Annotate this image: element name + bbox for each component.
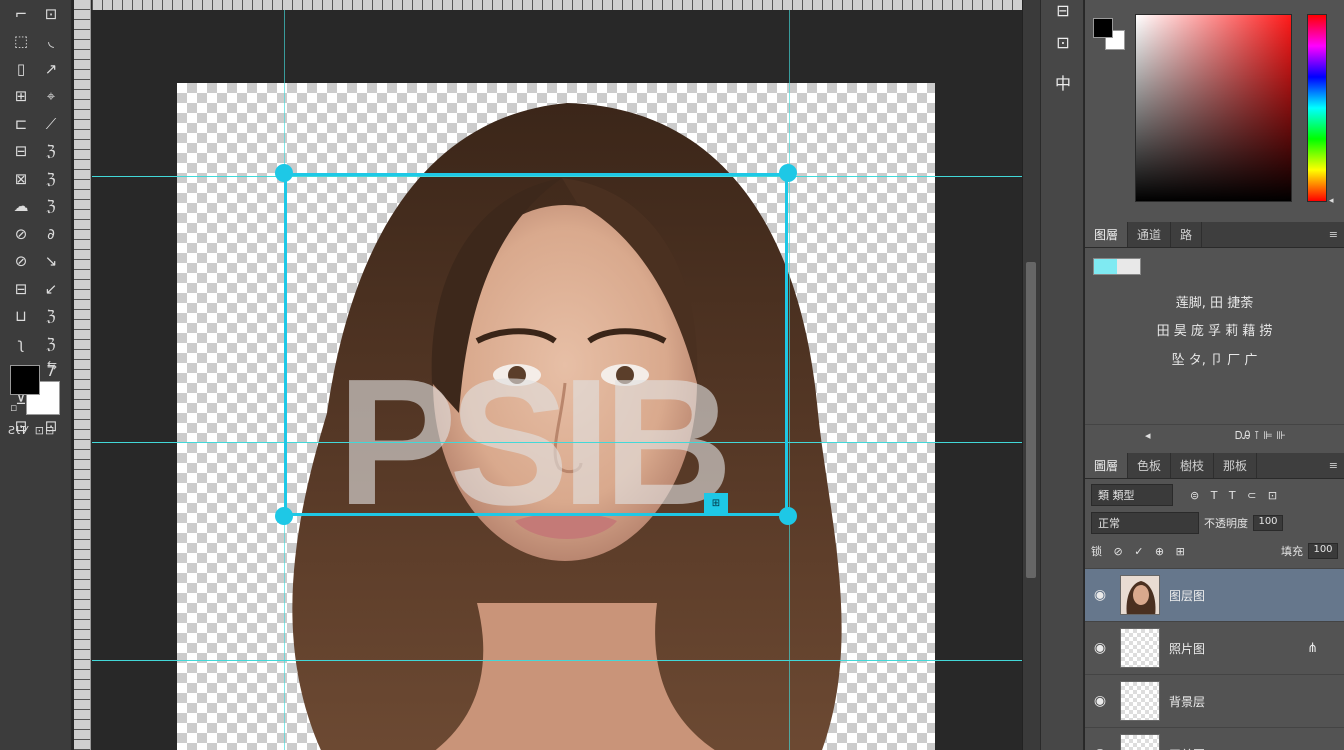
marquee-tool-icon[interactable]: ⬚ — [6, 28, 36, 56]
transform-handle-bottom-right[interactable] — [779, 507, 797, 525]
portrait-thumbnail-icon — [1121, 576, 1159, 614]
adjustment-text-line: 田 昊 庞 孚 莉 藉 捞 — [1156, 324, 1273, 339]
fill-label: 填充 — [1281, 545, 1303, 558]
transform-handle-top-left[interactable] — [275, 164, 293, 182]
default-colors-icon[interactable]: ▫ — [10, 401, 17, 414]
lasso-tool-icon[interactable]: ◟ — [36, 28, 66, 56]
color-foreground-swatch[interactable] — [1093, 18, 1113, 38]
layer-thumbnail[interactable] — [1120, 575, 1160, 615]
transform-handle-top-right[interactable] — [779, 164, 797, 182]
quick-mask-toggle[interactable]: ƧƖᏤ ⊡⊡ — [8, 424, 55, 438]
right-panel-dock: ◂ 图層 通道 路 ≡ 莲脚, 田 捷荼 田 昊 庞 孚 莉 藉 捞 坠 タ, … — [1085, 0, 1344, 750]
footer-arrow-icon[interactable]: ◂ — [1145, 429, 1151, 442]
object-select-tool-icon[interactable]: ▯ — [6, 55, 36, 83]
history-panel-button[interactable]: ⊟ — [1047, 0, 1079, 24]
tab-layers[interactable]: 圖層 — [1085, 453, 1129, 478]
layer-filter-row: 類 類型 ⊜ T T ⊂ ⊡ — [1091, 483, 1338, 507]
tab-adjustments-2[interactable]: 通道 — [1128, 222, 1172, 247]
ruler-tool-icon[interactable]: ⟋ — [36, 110, 66, 138]
character-panel-button[interactable]: 中 — [1047, 68, 1079, 96]
healing-tool-icon[interactable]: ⊟ — [6, 138, 36, 166]
extra-tool-1-icon[interactable]: ʅ — [6, 330, 36, 358]
scrollbar-thumb[interactable] — [1026, 262, 1036, 578]
frame-tool-icon[interactable]: ⌖ — [36, 83, 66, 111]
swap-colors-icon[interactable]: ⇆ — [47, 358, 57, 372]
adjustment-footer: ◂ ᎠᎯ ⊺ ⊫ ⊪ — [1085, 424, 1344, 446]
lock-icons[interactable]: 锁 ⊘ ✓ ⊕ ⊞ — [1091, 543, 1189, 559]
tab-swatches[interactable]: 色板 — [1128, 453, 1172, 478]
layer-thumbnail[interactable] — [1120, 734, 1160, 750]
canvas-area[interactable]: PSIB ⊞ — [92, 10, 1022, 750]
artboard-tool-icon[interactable]: ⊡ — [36, 0, 66, 28]
tab-adjustments-1[interactable]: 图層 — [1085, 222, 1129, 247]
shape-tool-icon[interactable]: ↙ — [36, 275, 66, 303]
blend-mode-row: 正常 不透明度 100 — [1091, 511, 1338, 535]
layer-row[interactable]: ◉ 背景层 — [1085, 674, 1344, 727]
hue-slider-arrow-icon[interactable]: ◂ — [1329, 196, 1334, 206]
pen-tool-icon[interactable]: ⊘ — [6, 248, 36, 276]
transform-handle-bottom-left[interactable] — [275, 507, 293, 525]
eraser-tool-icon[interactable]: ☁ — [6, 193, 36, 221]
foreground-color-swatch[interactable] — [10, 365, 40, 395]
collapsed-panel-strip: ⊟ ⊡ 中 — [1040, 0, 1084, 750]
adjustment-preview-swatch[interactable] — [1093, 258, 1141, 275]
lock-row: 锁 ⊘ ✓ ⊕ ⊞ 填充 100 — [1091, 539, 1338, 563]
hand-tool-icon[interactable]: ⊔ — [6, 303, 36, 331]
vertical-ruler[interactable] — [74, 0, 91, 750]
eye-icon[interactable]: ◉ — [1085, 693, 1115, 709]
type-tool-icon[interactable]: ↘ — [36, 248, 66, 276]
properties-panel-button[interactable]: ⊡ — [1047, 28, 1079, 56]
eye-icon[interactable]: ◉ — [1085, 587, 1115, 603]
blend-mode-dropdown[interactable]: 正常 — [1091, 512, 1199, 534]
stamp-tool-icon[interactable]: ⊠ — [6, 165, 36, 193]
eyedropper-tool-icon[interactable]: ⊏ — [6, 110, 36, 138]
layer-name[interactable]: 天美图 — [1169, 746, 1205, 750]
path-select-tool-icon[interactable]: ⊟ — [6, 275, 36, 303]
quick-select-tool-icon[interactable]: ↗ — [36, 55, 66, 83]
gradient-tool-icon[interactable]: ℨ — [36, 193, 66, 221]
dodge-tool-icon[interactable]: ∂ — [36, 220, 66, 248]
horizontal-ruler[interactable] — [92, 0, 1022, 10]
layer-filter-dropdown[interactable]: 類 類型 — [1091, 484, 1173, 506]
blur-tool-icon[interactable]: ⊘ — [6, 220, 36, 248]
adjustment-text-line: 坠 タ, 卩 厂 广 — [1171, 353, 1258, 368]
move-tool-icon[interactable]: ⌐ — [6, 0, 36, 28]
layer-name[interactable]: 背景层 — [1169, 693, 1205, 710]
zoom-tool-icon[interactable]: ℨ — [36, 303, 66, 331]
eye-icon[interactable]: ◉ — [1085, 640, 1115, 656]
layer-row[interactable]: ◉ 图层图 — [1085, 568, 1344, 621]
opacity-label: 不透明度 — [1204, 517, 1248, 530]
layer-style-icon[interactable]: ⋔ — [1307, 641, 1318, 656]
layer-name[interactable]: 照片图 — [1169, 640, 1205, 657]
layers-menu-icon[interactable]: ≡ — [1329, 453, 1344, 478]
extra-tool-2-icon[interactable]: ℨ — [36, 330, 66, 358]
adjustments-tab-bar: 图層 通道 路 ≡ — [1085, 222, 1344, 248]
layer-filter-icons[interactable]: ⊜ T T ⊂ ⊡ — [1190, 489, 1281, 502]
adjustment-text-line: 莲脚, 田 捷荼 — [1175, 296, 1254, 311]
crop-tool-icon[interactable]: ⊞ — [6, 83, 36, 111]
vertical-guide[interactable] — [789, 10, 790, 750]
tab-adjustments-3[interactable]: 路 — [1171, 222, 1203, 247]
fill-input[interactable]: 100 — [1308, 543, 1338, 559]
selection-badge[interactable]: ⊞ — [704, 493, 728, 513]
tab-other[interactable]: 那板 — [1214, 453, 1258, 478]
color-picker-field[interactable] — [1135, 14, 1292, 202]
layers-tab-bar: 圖層 色板 樹枝 那板 ≡ — [1085, 453, 1344, 479]
tab-paths[interactable]: 樹枝 — [1171, 453, 1215, 478]
layer-row[interactable]: ◉ 照片图 ⋔ — [1085, 621, 1344, 674]
eye-icon[interactable]: ◉ — [1085, 746, 1115, 750]
layer-thumbnail[interactable] — [1120, 628, 1160, 668]
brush-tool-icon[interactable]: ℨ — [36, 138, 66, 166]
footer-actions[interactable]: ᎠᎯ ⊺ ⊫ ⊪ — [1235, 429, 1286, 443]
layer-row[interactable]: ◉ 天美图 — [1085, 727, 1344, 750]
hue-slider[interactable] — [1307, 14, 1327, 202]
horizontal-guide[interactable] — [92, 660, 1022, 661]
opacity-input[interactable]: 100 — [1253, 515, 1283, 531]
history-brush-tool-icon[interactable]: ℨ — [36, 165, 66, 193]
layer-thumbnail[interactable] — [1120, 681, 1160, 721]
layer-name[interactable]: 图层图 — [1169, 587, 1205, 604]
panel-menu-icon[interactable]: ≡ — [1329, 222, 1344, 247]
tools-panel: ⌐⊡⬚◟▯↗⊞⌖⊏⟋⊟ℨ⊠ℨ☁ℨ⊘∂⊘↘⊟↙⊔ℨʅℨ⌐7⊻◫⊡⊡ ⇆ ▫ ƧƖᏤ… — [0, 0, 72, 750]
transform-bounding-box[interactable] — [284, 173, 788, 516]
